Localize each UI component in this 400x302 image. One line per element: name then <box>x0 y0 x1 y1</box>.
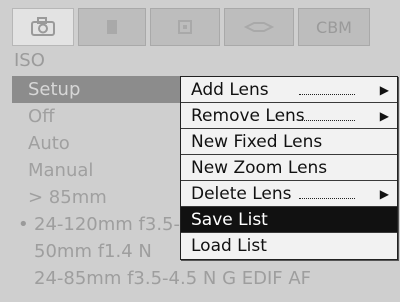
submenu-arrow-icon: ▶ <box>379 109 389 123</box>
lens-row[interactable]: 24-85mm f3.5-4.5 N G EDIF AF <box>12 265 400 292</box>
custom-settings-icon <box>178 20 192 34</box>
submenu-arrow-icon: ▶ <box>379 187 389 201</box>
playback-icon <box>107 20 117 34</box>
lens-popup-menu: Add Lens ▶ Remove Lens ▶ New Fixed Lens … <box>180 76 398 260</box>
menu-item-label: Save List <box>191 210 268 230</box>
submenu-arrow-icon: ▶ <box>379 83 389 97</box>
menu-item-delete-lens[interactable]: Delete Lens ▶ <box>181 181 397 207</box>
menu-item-add-lens[interactable]: Add Lens ▶ <box>181 77 397 103</box>
tab-camera[interactable] <box>12 8 74 46</box>
menu-item-label: New Zoom Lens <box>191 158 328 178</box>
tab-playback[interactable] <box>78 8 146 46</box>
section-label: ISO <box>14 50 45 71</box>
menu-item-remove-lens[interactable]: Remove Lens ▶ <box>181 103 397 129</box>
menu-item-label: New Fixed Lens <box>191 132 323 152</box>
menu-item-new-zoom-lens[interactable]: New Zoom Lens <box>181 155 397 181</box>
lens-setup-screen: CBM ISO Setup Off Auto Manual > 85mm • 24… <box>0 0 400 302</box>
tab-cbm[interactable]: CBM <box>298 8 370 46</box>
settings-row-setup[interactable]: Setup <box>12 76 202 103</box>
current-lens-marker: • <box>18 214 29 235</box>
camera-icon <box>31 17 55 36</box>
menu-item-dots <box>299 94 355 95</box>
tab-custom-settings[interactable] <box>150 8 220 46</box>
menu-item-label: Delete Lens <box>191 184 292 204</box>
menu-item-dots <box>299 198 355 199</box>
tab-setup[interactable] <box>224 8 294 46</box>
setup-icon <box>244 22 274 32</box>
tab-cbm-label: CBM <box>316 17 352 37</box>
menu-item-save-list[interactable]: Save List <box>181 207 397 233</box>
tab-bar: CBM <box>12 8 400 46</box>
menu-item-new-fixed-lens[interactable]: New Fixed Lens <box>181 129 397 155</box>
menu-item-label: Remove Lens <box>191 106 305 126</box>
menu-item-dots <box>299 120 355 121</box>
menu-item-label: Add Lens <box>191 80 269 100</box>
lens-row-label: 24-85mm f3.5-4.5 N G EDIF AF <box>34 268 312 289</box>
menu-item-label: Load List <box>191 236 267 256</box>
lens-row-label: 50mm f1.4 N <box>34 241 152 262</box>
menu-item-load-list[interactable]: Load List <box>181 233 397 259</box>
